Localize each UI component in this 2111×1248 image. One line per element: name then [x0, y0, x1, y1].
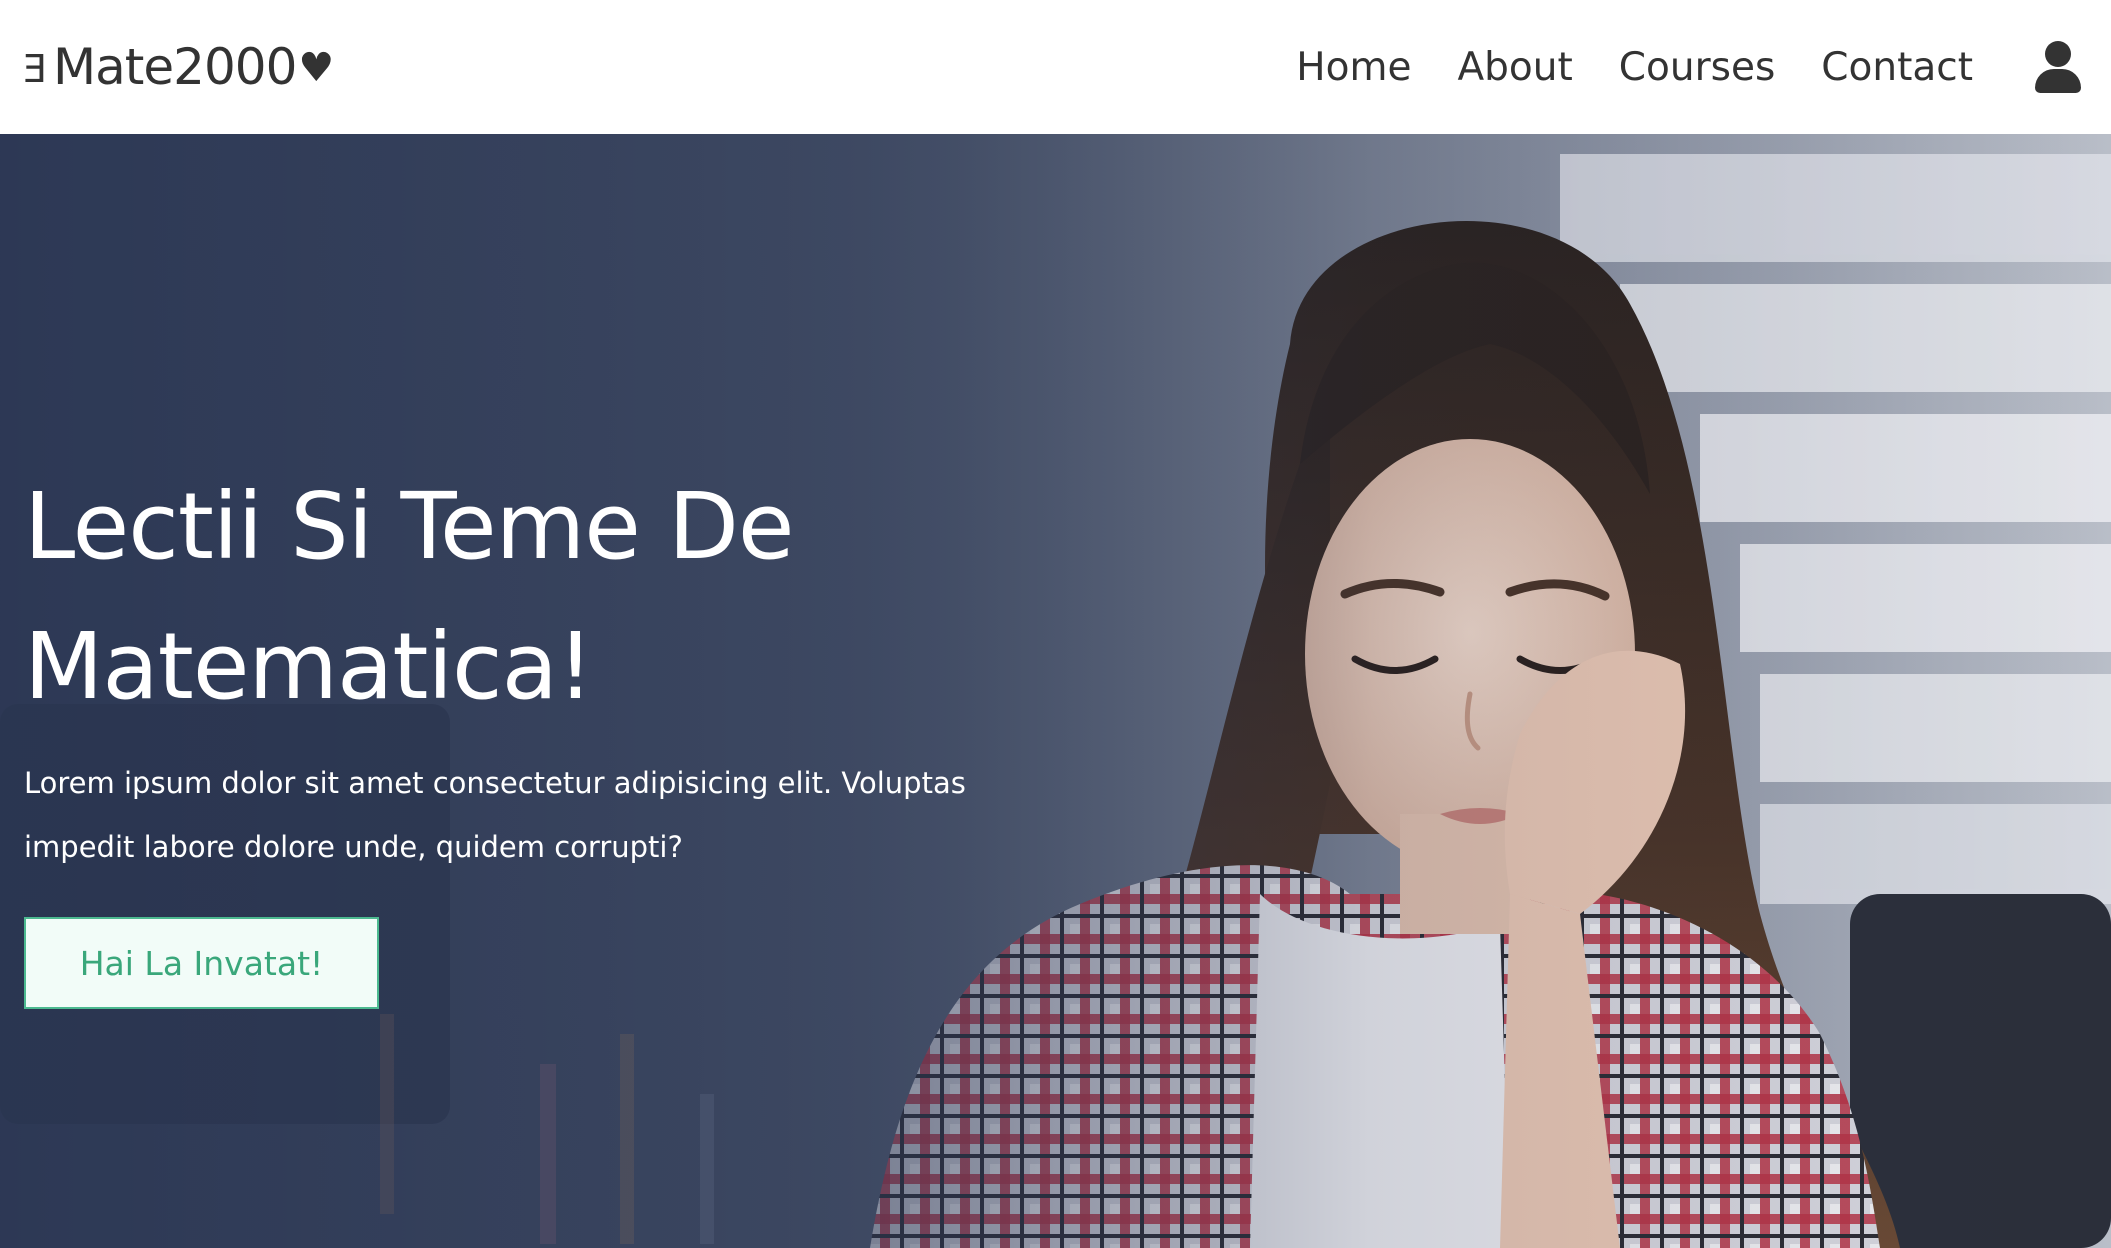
- start-learning-button[interactable]: Hai La Invatat!: [24, 917, 379, 1009]
- hero-description-line1: Lorem ipsum dolor sit amet consectetur a…: [24, 766, 966, 800]
- hero-description-line2: impedit labore dolore unde, quidem corru…: [24, 830, 683, 864]
- nav-link-home[interactable]: Home: [1296, 45, 1411, 90]
- nav-link-courses[interactable]: Courses: [1619, 45, 1775, 90]
- user-icon-body: [2035, 69, 2081, 93]
- hero-section: Lectii Si Teme De Matematica! Lorem ipsu…: [0, 134, 2111, 1248]
- user-icon-head: [2045, 41, 2071, 67]
- hero-title-line2: Matematica!: [24, 613, 594, 720]
- hero-content: Lectii Si Teme De Matematica! Lorem ipsu…: [24, 457, 1024, 1009]
- heart-icon: ♥: [298, 45, 334, 91]
- main-nav: Home About Courses Contact: [1296, 45, 1973, 90]
- hero-title: Lectii Si Teme De Matematica!: [24, 457, 1024, 737]
- hero-title-line1: Lectii Si Teme De: [24, 473, 795, 580]
- nav-link-about[interactable]: About: [1457, 45, 1572, 90]
- top-navbar: E Mate2000 ♥ Home About Courses Contact: [0, 0, 2111, 134]
- nav-link-contact[interactable]: Contact: [1821, 45, 1973, 90]
- user-icon[interactable]: [2035, 41, 2081, 93]
- logo-text: Mate2000: [53, 38, 297, 96]
- site-logo[interactable]: E Mate2000 ♥: [24, 38, 334, 96]
- logo-mirrored-e: E: [24, 47, 48, 91]
- hero-description: Lorem ipsum dolor sit amet consectetur a…: [24, 751, 984, 879]
